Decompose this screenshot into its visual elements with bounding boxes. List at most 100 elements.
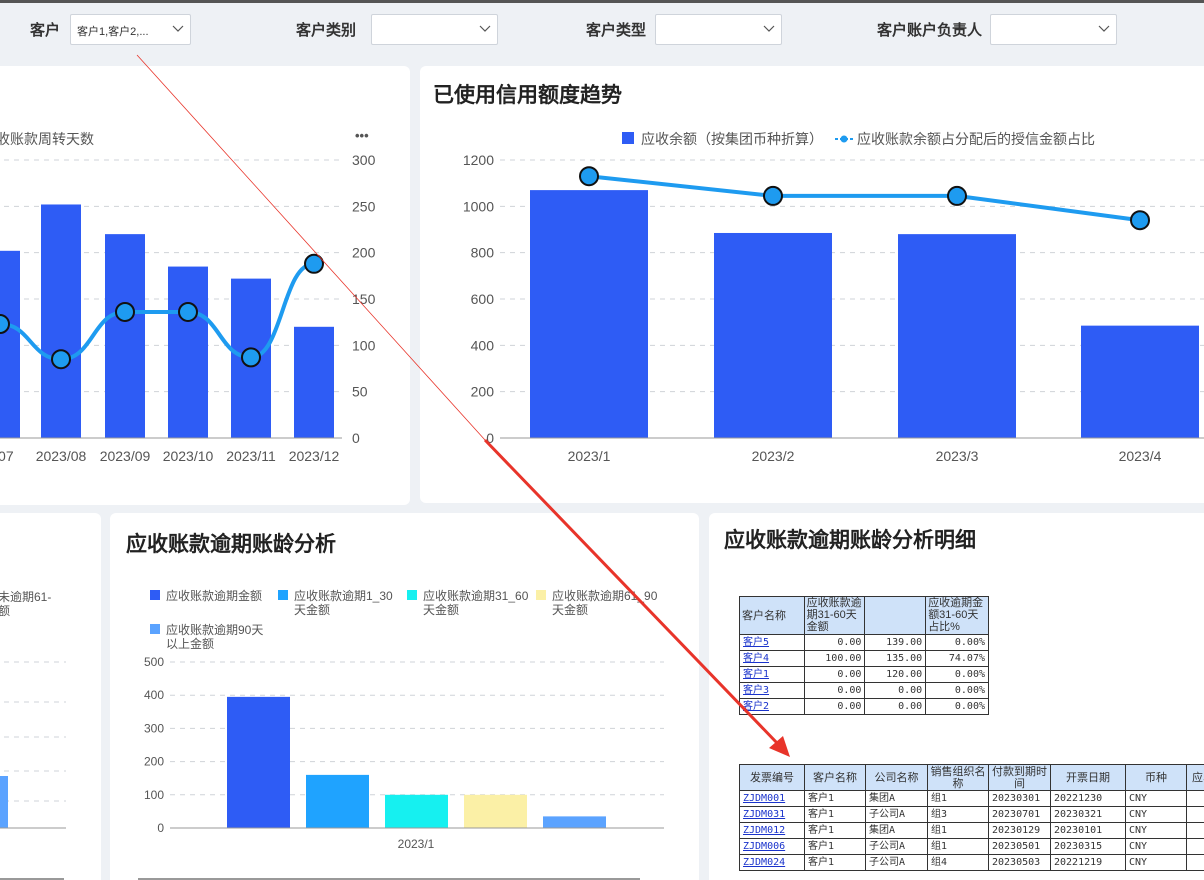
invoice-header-row: 发票编号客户名称公司名称销售组织名称付款到期时间开票日期币种应收 bbox=[739, 764, 1204, 791]
turnover-bar bbox=[0, 250, 20, 438]
turnover-x-label: 2023/10 bbox=[163, 448, 214, 464]
summary-cell-customer[interactable]: 客户1 bbox=[739, 666, 805, 683]
customer-link[interactable]: 客户1 bbox=[743, 669, 769, 680]
invoice-link[interactable]: ZJDM012 bbox=[743, 825, 785, 836]
credit-trend-panel: 已使用信用额度趋势 应收余额（按集团币种折算） 应收账款余额占分配后的授信金额占… bbox=[420, 66, 1204, 503]
credit-point bbox=[763, 185, 783, 206]
invoice-cell: 20230701 bbox=[988, 806, 1051, 823]
summary-cell-value: 135.00 bbox=[864, 650, 927, 667]
overdue-legend-swatch bbox=[536, 590, 546, 600]
summary-cell-value: 0.00% bbox=[925, 698, 989, 715]
overdue-y-tick: 100 bbox=[144, 788, 164, 802]
partial-bar bbox=[0, 776, 8, 828]
invoice-cell-number[interactable]: ZJDM024 bbox=[739, 854, 805, 871]
overdue-bar bbox=[464, 794, 527, 828]
credit-y-tick: 1200 bbox=[463, 152, 494, 168]
invoice-cell bbox=[1186, 822, 1204, 839]
invoice-cell-number[interactable]: ZJDM031 bbox=[739, 806, 805, 823]
credit-y-tick: 0 bbox=[486, 430, 494, 446]
invoice-cell: 组1 bbox=[927, 838, 989, 855]
summary-header-overdue-31-60: 应收账款逾期31-60天金额 bbox=[803, 596, 866, 635]
legend-dot-ratio bbox=[840, 135, 848, 143]
invoice-cell: 20230321 bbox=[1050, 806, 1126, 823]
turnover-x-label: 2023/12 bbox=[289, 448, 340, 464]
invoice-cell: CNY bbox=[1125, 806, 1187, 823]
credit-trend-chart: 应收余额（按集团币种折算） 应收账款余额占分配后的授信金额占比 1200 1000… bbox=[463, 131, 1204, 464]
invoice-cell: 20230501 bbox=[988, 838, 1051, 855]
turnover-point bbox=[241, 347, 261, 368]
summary-cell-customer[interactable]: 客户2 bbox=[739, 698, 805, 715]
invoice-link[interactable]: ZJDM031 bbox=[743, 809, 785, 820]
turnover-y-tick: 250 bbox=[352, 198, 376, 214]
turnover-y-tick: 150 bbox=[352, 291, 376, 307]
customer-link[interactable]: 客户3 bbox=[743, 685, 769, 696]
invoice-link[interactable]: ZJDM001 bbox=[743, 793, 785, 804]
credit-y-tick: 400 bbox=[471, 337, 495, 353]
chevron-down-icon bbox=[172, 25, 184, 32]
legend-swatch-balance bbox=[622, 132, 634, 144]
customer-link[interactable]: 客户5 bbox=[743, 637, 769, 648]
invoice-row: ZJDM006 客户1 子公司A 组1 20230501 20230315 CNY bbox=[739, 838, 1204, 855]
summary-cell-value: 0.00% bbox=[925, 682, 989, 699]
invoice-cell-number[interactable]: ZJDM012 bbox=[739, 822, 805, 839]
invoice-header-cell: 公司名称 bbox=[865, 764, 928, 791]
invoice-cell: CNY bbox=[1125, 822, 1187, 839]
credit-y-tick: 200 bbox=[471, 384, 495, 400]
invoice-cell-number[interactable]: ZJDM001 bbox=[739, 790, 805, 807]
overdue-legend-swatch bbox=[150, 590, 160, 600]
overdue-bar bbox=[306, 774, 369, 828]
summary-header-overdue-31-60-text: 应收账款逾期31-60天金额 bbox=[806, 597, 862, 634]
credit-bar bbox=[530, 190, 648, 438]
invoice-cell: 20230101 bbox=[1050, 822, 1126, 839]
summary-cell-customer[interactable]: 客户5 bbox=[739, 634, 805, 651]
invoice-cell: 20221219 bbox=[1050, 854, 1126, 871]
invoice-cell-number[interactable]: ZJDM006 bbox=[739, 838, 805, 855]
overdue-legend-label: 应收账款逾期31_60 bbox=[423, 588, 529, 603]
invoice-row: ZJDM024 客户1 子公司A 组4 20230503 20221219 CNY bbox=[739, 854, 1204, 871]
invoice-cell: 20230129 bbox=[988, 822, 1051, 839]
summary-cell-customer[interactable]: 客户4 bbox=[739, 650, 805, 667]
turnover-panel: 收账款周转天数 ••• 300 250 200 150 100 50 0 3/07 2023/0… bbox=[0, 66, 410, 505]
credit-line bbox=[588, 174, 1141, 223]
turnover-y-tick: 300 bbox=[352, 152, 376, 168]
chevron-down-icon bbox=[1098, 25, 1110, 32]
overdue-y-tick: 400 bbox=[144, 688, 164, 702]
customer-category-select[interactable] bbox=[371, 14, 498, 45]
legend-label-balance: 应收余额（按集团币种折算） bbox=[641, 131, 823, 147]
invoice-header-cell: 币种 bbox=[1125, 764, 1187, 791]
invoice-cell bbox=[1186, 854, 1204, 871]
more-options-icon[interactable]: ••• bbox=[355, 128, 369, 143]
invoice-row: ZJDM001 客户1 集团A 组1 20230301 20221230 CNY bbox=[739, 790, 1204, 807]
invoice-cell: CNY bbox=[1125, 838, 1187, 855]
turnover-x-label: 3/07 bbox=[0, 448, 14, 464]
invoice-cell: 客户1 bbox=[804, 806, 866, 823]
turnover-y-tick: 50 bbox=[352, 384, 368, 400]
turnover-bar bbox=[294, 326, 334, 438]
customer-select[interactable]: 客户1,客户2,... bbox=[70, 14, 191, 45]
credit-y-tick: 1000 bbox=[463, 198, 494, 214]
invoice-cell: 集团A bbox=[865, 822, 928, 839]
overdue-legend-label: 应收账款逾期金额 bbox=[166, 588, 262, 603]
summary-row: 客户2 0.00 0.00 0.00% bbox=[739, 698, 989, 715]
summary-row: 客户3 0.00 0.00 0.00% bbox=[739, 682, 989, 699]
invoice-link[interactable]: ZJDM006 bbox=[743, 841, 785, 852]
turnover-legend-label: 收账款周转天数 bbox=[0, 131, 94, 147]
invoice-link[interactable]: ZJDM024 bbox=[743, 857, 785, 868]
overdue-y-tick: 0 bbox=[157, 821, 164, 835]
aging-summary-chart-partial: 未逾期61- 额 bbox=[0, 589, 66, 880]
invoice-cell: 客户1 bbox=[804, 790, 866, 807]
summary-cell-value: 120.00 bbox=[864, 666, 927, 683]
turnover-y-tick: 200 bbox=[352, 245, 376, 261]
overdue-aging-chart: 应收账款逾期金额 应收账款逾期1_30天金额应收账款逾期31_60天金额应收账款逾… bbox=[138, 588, 664, 880]
summary-header-blank bbox=[864, 596, 927, 635]
credit-y-tick: 800 bbox=[471, 245, 495, 261]
customer-link[interactable]: 客户4 bbox=[743, 653, 769, 664]
invoice-cell: 客户1 bbox=[804, 822, 866, 839]
invoice-cell: 20230315 bbox=[1050, 838, 1126, 855]
customer-link[interactable]: 客户2 bbox=[743, 701, 769, 712]
turnover-point bbox=[178, 301, 198, 322]
summary-cell-customer[interactable]: 客户3 bbox=[739, 682, 805, 699]
credit-bar bbox=[898, 234, 1016, 438]
account-owner-select[interactable] bbox=[990, 14, 1117, 45]
customer-type-select[interactable] bbox=[655, 14, 782, 45]
